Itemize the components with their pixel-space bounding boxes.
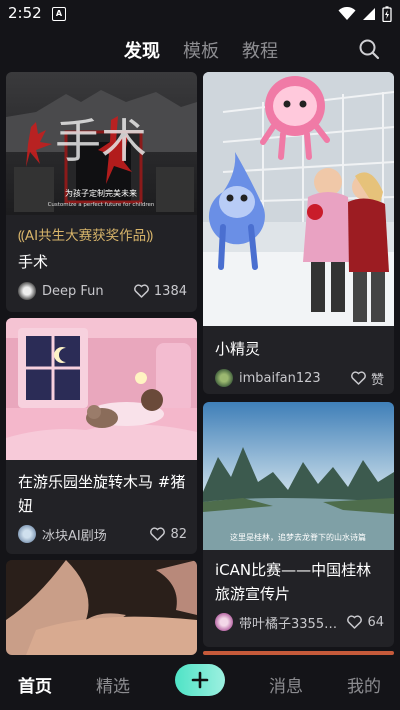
- avatar[interactable]: [18, 282, 36, 300]
- heart-icon: [150, 527, 166, 541]
- bottom-navigation: 首页 精选 消息 我的: [0, 655, 400, 710]
- laurel-right-icon: ⸩: [146, 228, 153, 244]
- author-name[interactable]: Deep Fun: [42, 284, 126, 299]
- search-icon[interactable]: [358, 38, 380, 60]
- heart-icon: [347, 615, 363, 629]
- like-count: 赞: [370, 372, 384, 388]
- author-name[interactable]: 带叶橘子33550...: [239, 613, 339, 632]
- avatar[interactable]: [215, 613, 233, 631]
- avatar[interactable]: [215, 369, 233, 387]
- heart-icon: [351, 371, 366, 385]
- tab-discover[interactable]: 发现: [124, 37, 160, 63]
- card-meta: 带叶橘子33550... 64: [215, 612, 384, 632]
- tab-templates[interactable]: 模板: [183, 37, 219, 63]
- feed-card-hands[interactable]: [6, 560, 197, 655]
- nav-me[interactable]: 我的: [347, 672, 381, 697]
- like-button[interactable]: 82: [150, 527, 187, 542]
- award-badge: ⸨AI共生大赛获奖作品⸩: [18, 228, 153, 244]
- card-image-guilin: 这里是桂林，追梦去龙脊下的山水诗篇: [203, 402, 394, 550]
- feed-card-sprite[interactable]: 小精灵 imbaifan123 赞: [203, 72, 394, 394]
- card-title: 手术: [18, 253, 49, 271]
- image-overlay-text: 这里是桂林，追梦去龙脊下的山水诗篇: [230, 532, 366, 542]
- notification-icon: A: [52, 7, 66, 21]
- card-meta: 冰块AI剧场 82: [18, 524, 187, 544]
- card-title: 在游乐园坐旋转木马 #猪妞: [18, 473, 186, 515]
- feed-card-carousel[interactable]: 在游乐园坐旋转木马 #猪妞 冰块AI剧场 82: [6, 318, 197, 554]
- nav-featured[interactable]: 精选: [96, 672, 130, 697]
- feed-card-guilin[interactable]: 这里是桂林，追梦去龙脊下的山水诗篇 iCAN比赛——中国桂林旅游宣传片 带叶橘子…: [203, 402, 394, 647]
- card-title: 小精灵: [215, 340, 261, 358]
- signal-icon: [363, 8, 375, 20]
- nav-messages[interactable]: 消息: [269, 672, 303, 697]
- card-image-surgery: 手术 为孩子定制完美未来 Customize a perfect future …: [6, 72, 197, 215]
- author-name[interactable]: imbaifan123: [239, 371, 343, 386]
- like-count: 64: [367, 614, 384, 630]
- status-time: 2:52: [8, 4, 42, 22]
- like-count: 1384: [153, 283, 187, 299]
- image-overlay-subcaption: Customize a perfect future for children: [48, 202, 155, 208]
- image-overlay-title: 手术: [55, 114, 147, 168]
- wifi-icon: [338, 7, 356, 20]
- like-button[interactable]: 赞: [351, 369, 384, 388]
- card-title: iCAN比赛——中国桂林旅游宣传片: [215, 561, 372, 603]
- feed-card-surgery[interactable]: 手术 为孩子定制完美未来 Customize a perfect future …: [6, 72, 197, 312]
- avatar[interactable]: [18, 525, 36, 543]
- top-navigation: 发现 模板 教程: [0, 30, 400, 68]
- card-image-sprite: [203, 72, 394, 326]
- like-button[interactable]: 64: [347, 615, 384, 630]
- laurel-left-icon: ⸨: [18, 228, 25, 244]
- author-name[interactable]: 冰块AI剧场: [42, 525, 142, 544]
- like-button[interactable]: 1384: [133, 283, 187, 299]
- card-meta: imbaifan123 赞: [215, 368, 384, 388]
- status-bar: 2:52 A: [0, 0, 400, 28]
- image-overlay-caption: 为孩子定制完美未来: [65, 188, 137, 198]
- plus-icon: [191, 671, 209, 689]
- card-meta: Deep Fun 1384: [18, 281, 187, 301]
- heart-icon: [133, 284, 149, 298]
- battery-icon: [382, 6, 392, 22]
- like-count: 82: [170, 526, 187, 542]
- nav-home[interactable]: 首页: [18, 672, 52, 697]
- card-image-hands: [6, 560, 197, 655]
- card-image-carousel: [6, 318, 197, 460]
- create-button[interactable]: [175, 664, 225, 696]
- tab-tutorials[interactable]: 教程: [242, 37, 278, 63]
